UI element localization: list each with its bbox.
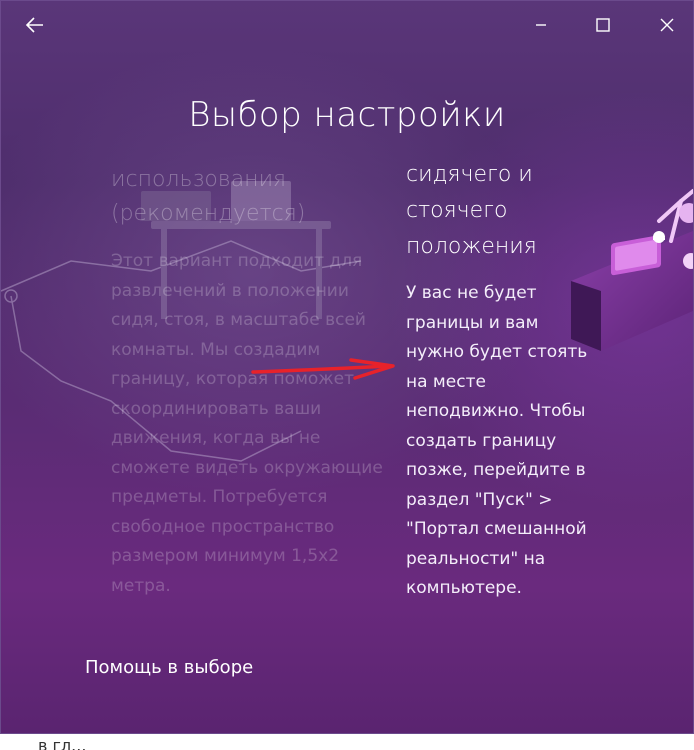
option-heading: сидячего и стоячего положения [406,162,537,259]
option-heading: использования (рекомендуется) [111,167,306,226]
page-title: Выбор настройки [188,95,506,135]
red-arrow-annotation [251,358,395,380]
minimize-icon[interactable] [527,11,555,39]
maximize-icon[interactable] [589,11,617,39]
back-icon[interactable] [21,11,49,39]
close-icon[interactable] [653,11,681,39]
mixed-reality-setup-window: Выбор настройки использования (рекоменду… [0,0,694,734]
title-bar [1,1,693,49]
option-description: Этот вариант подходит для развлечений в … [111,251,383,596]
page-text-below: в гл... [38,737,678,750]
page-text-fragment: в гл... [38,737,87,750]
option-description: У вас не будет границы и вам нужно будет… [406,283,588,598]
help-me-choose-link[interactable]: Помощь в выборе [85,657,253,678]
option-card-seated-standing[interactable]: сидячего и стоячего положения У вас не б… [406,157,636,604]
